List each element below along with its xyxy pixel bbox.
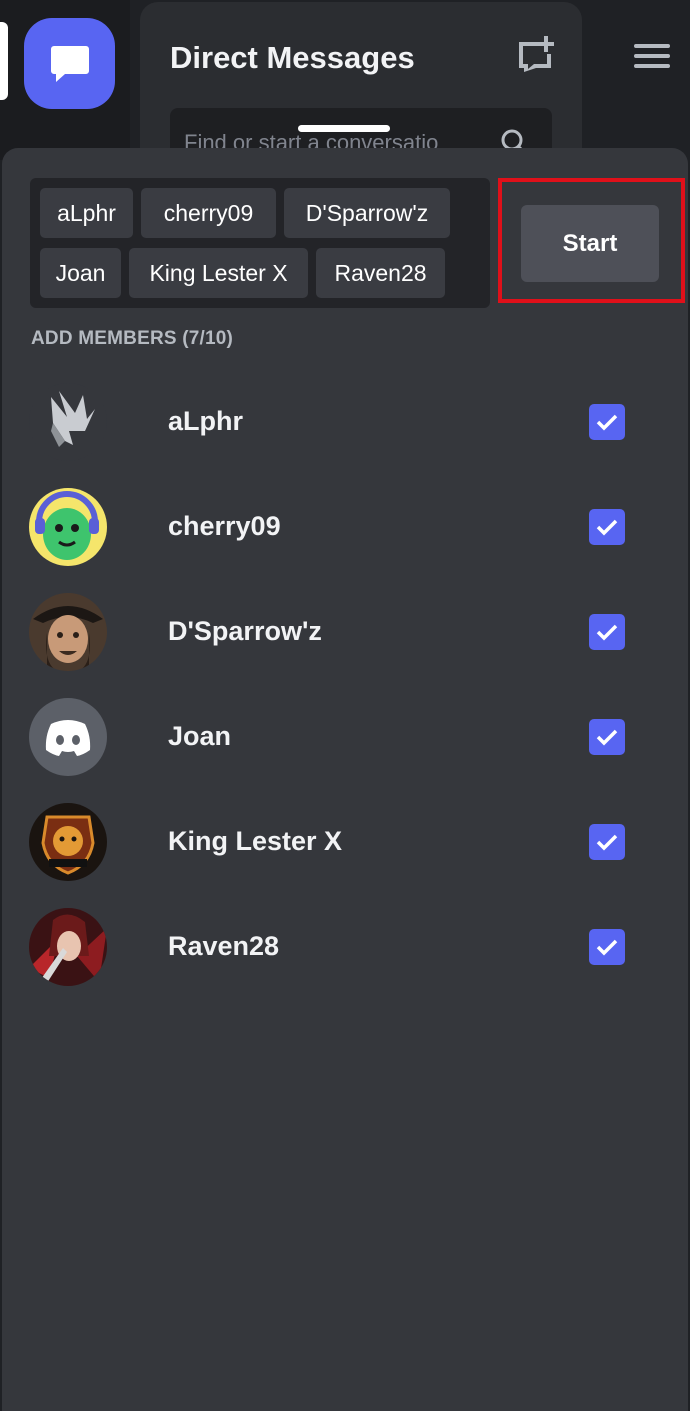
new-message-icon[interactable] bbox=[516, 36, 554, 72]
member-checkbox[interactable] bbox=[589, 509, 625, 545]
avatar bbox=[29, 383, 107, 461]
selected-chip[interactable]: aLphr bbox=[40, 188, 133, 238]
member-checkbox[interactable] bbox=[589, 404, 625, 440]
avatar bbox=[29, 908, 107, 986]
page-title: Direct Messages bbox=[170, 40, 415, 75]
member-name: Joan bbox=[168, 721, 232, 751]
avatar bbox=[29, 488, 107, 566]
avatar bbox=[29, 593, 107, 671]
member-checkbox[interactable] bbox=[589, 614, 625, 650]
selected-chip[interactable]: D'Sparrow'z bbox=[284, 188, 450, 238]
hamburger-icon[interactable] bbox=[634, 44, 670, 70]
member-name: King Lester X bbox=[168, 826, 343, 856]
checkmark-icon bbox=[596, 834, 618, 851]
member-name: aLphr bbox=[168, 406, 244, 436]
chat-bubble-icon bbox=[50, 45, 89, 82]
selected-chip[interactable]: Raven28 bbox=[316, 248, 445, 298]
checkmark-icon bbox=[596, 939, 618, 956]
direct-messages-server-button[interactable] bbox=[24, 18, 115, 109]
checkmark-icon bbox=[596, 729, 618, 746]
checkmark-icon bbox=[596, 414, 618, 431]
discord-logo-icon bbox=[45, 720, 91, 756]
checkmark-icon bbox=[596, 519, 618, 536]
member-name: cherry09 bbox=[168, 511, 281, 541]
selected-chip[interactable]: Joan bbox=[40, 248, 121, 298]
member-checkbox[interactable] bbox=[589, 719, 625, 755]
server-selected-indicator bbox=[0, 22, 8, 100]
checkmark-icon bbox=[596, 624, 618, 641]
avatar bbox=[29, 698, 107, 776]
member-checkbox[interactable] bbox=[589, 824, 625, 860]
avatar bbox=[29, 803, 107, 881]
selected-chip[interactable]: cherry09 bbox=[141, 188, 276, 238]
add-members-heading: ADD MEMBERS (7/10) bbox=[31, 328, 234, 349]
sheet-drag-handle[interactable] bbox=[298, 125, 390, 132]
member-name: Raven28 bbox=[168, 931, 280, 961]
member-checkbox[interactable] bbox=[589, 929, 625, 965]
start-button[interactable]: Start bbox=[521, 205, 659, 282]
member-name: D'Sparrow'z bbox=[168, 616, 322, 646]
selected-chip[interactable]: King Lester X bbox=[129, 248, 308, 298]
